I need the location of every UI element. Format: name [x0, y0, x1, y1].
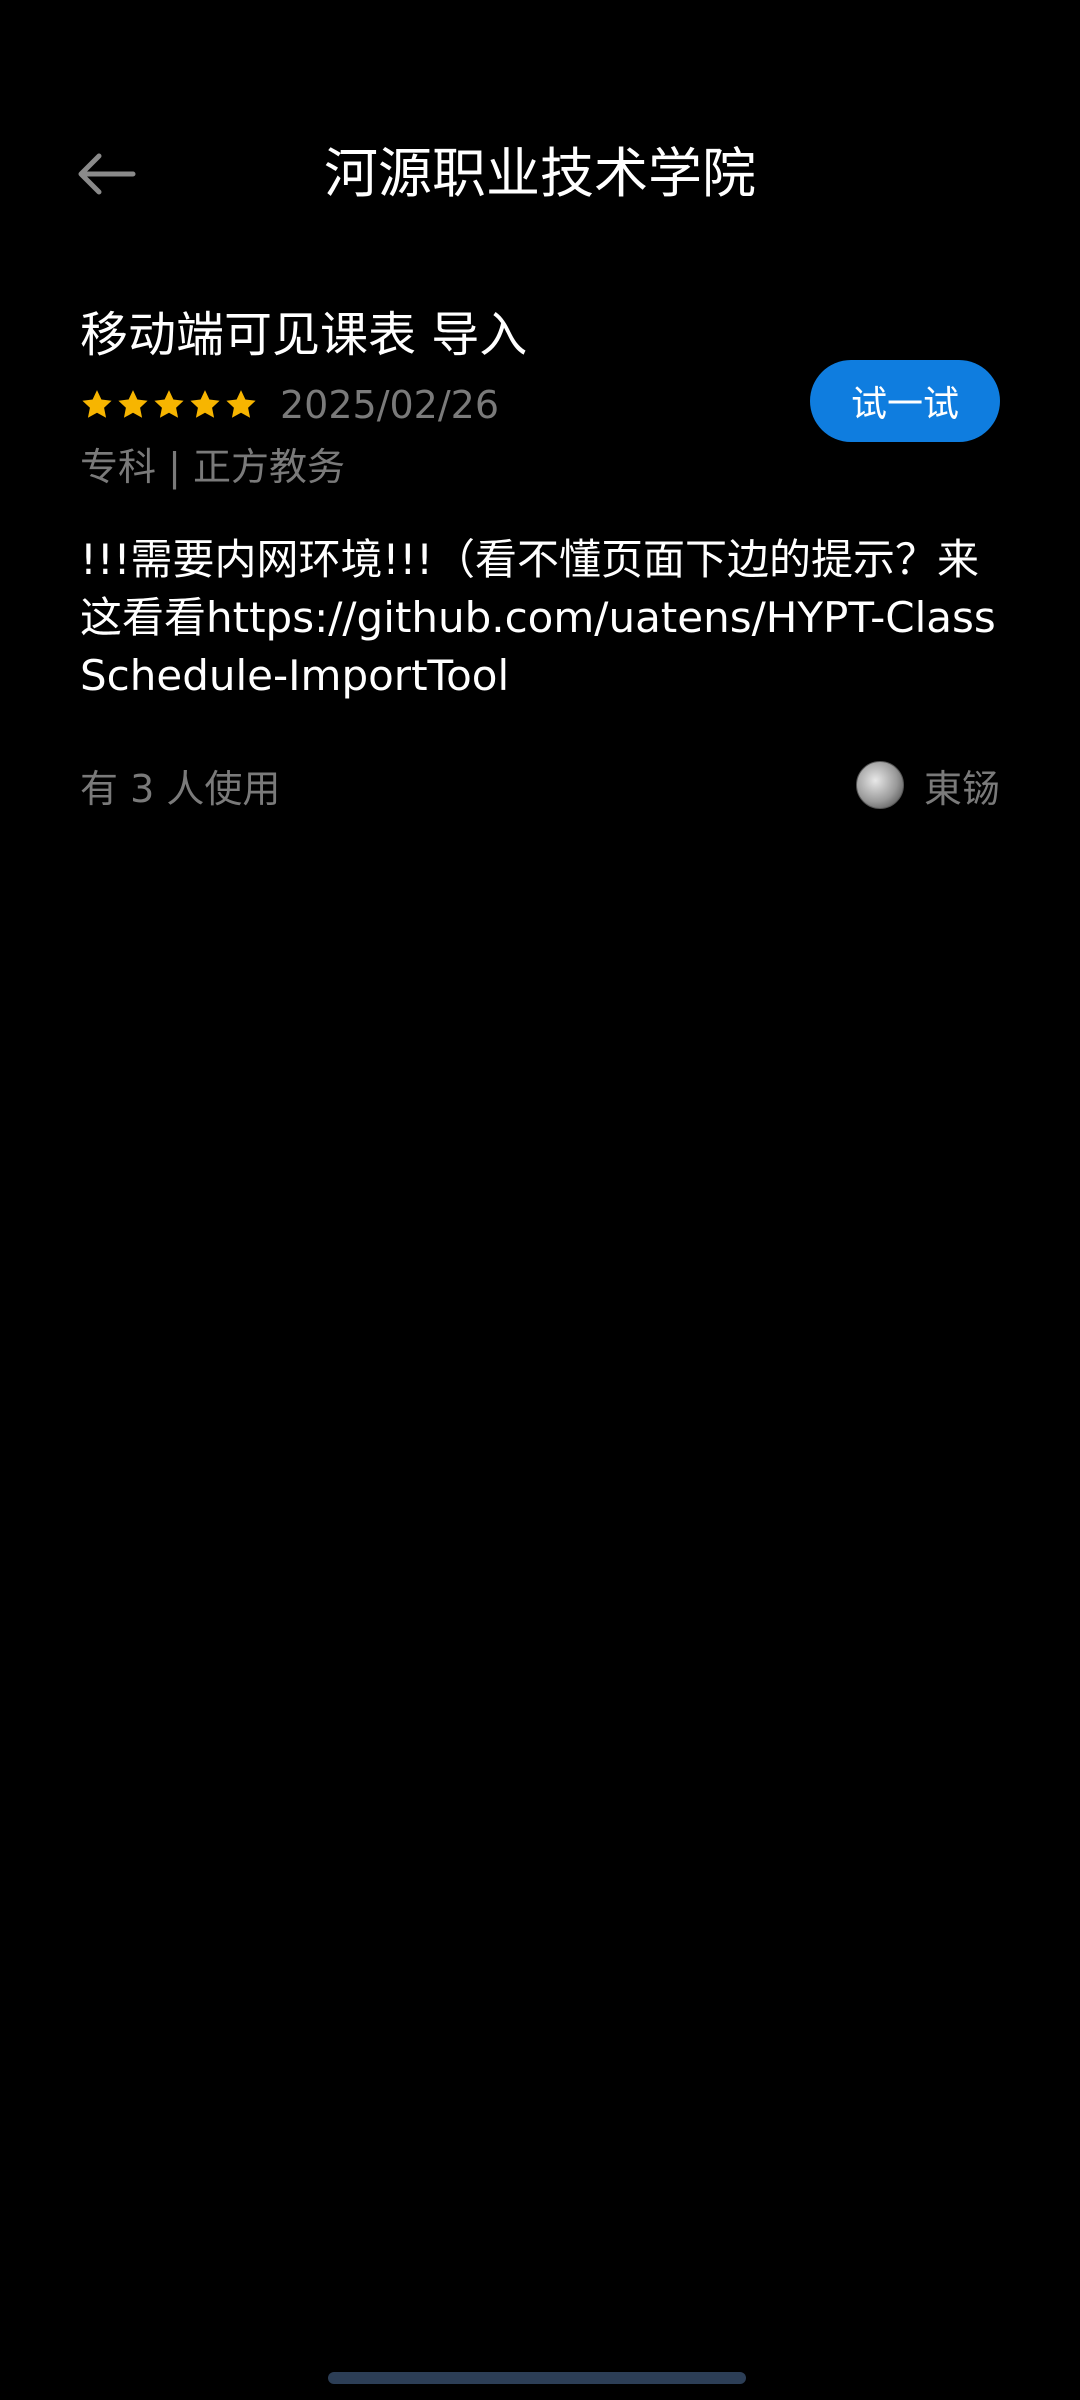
star-icon: [154, 390, 184, 418]
top-bar: 河源职业技术学院: [0, 120, 1080, 230]
card-footer: 有 3 人使用 東铴: [80, 755, 1000, 815]
author-info[interactable]: 東铴: [855, 758, 1000, 813]
script-card: 移动端可见课表 导入 2025/02/26 专科 | 正方教务 试一试 !!!需…: [80, 295, 1000, 815]
script-description: !!!需要内网环境!!!（看不懂页面下边的提示？来这看看https://gith…: [80, 535, 996, 700]
star-icon: [226, 390, 256, 418]
try-button[interactable]: 试一试: [810, 360, 1000, 442]
star-icon: [82, 390, 112, 418]
star-icon: [190, 390, 220, 418]
star-icon: [118, 390, 148, 418]
home-indicator[interactable]: [328, 2372, 746, 2384]
author-name: 東铴: [923, 766, 1000, 811]
star-rating: [80, 388, 258, 422]
publish-date: 2025/02/26: [280, 383, 500, 427]
page-title: 河源职业技术学院: [324, 142, 756, 205]
school-tags: 专科 | 正方教务: [80, 445, 345, 489]
avatar: [855, 761, 904, 809]
usage-count: 有 3 人使用: [80, 766, 281, 811]
